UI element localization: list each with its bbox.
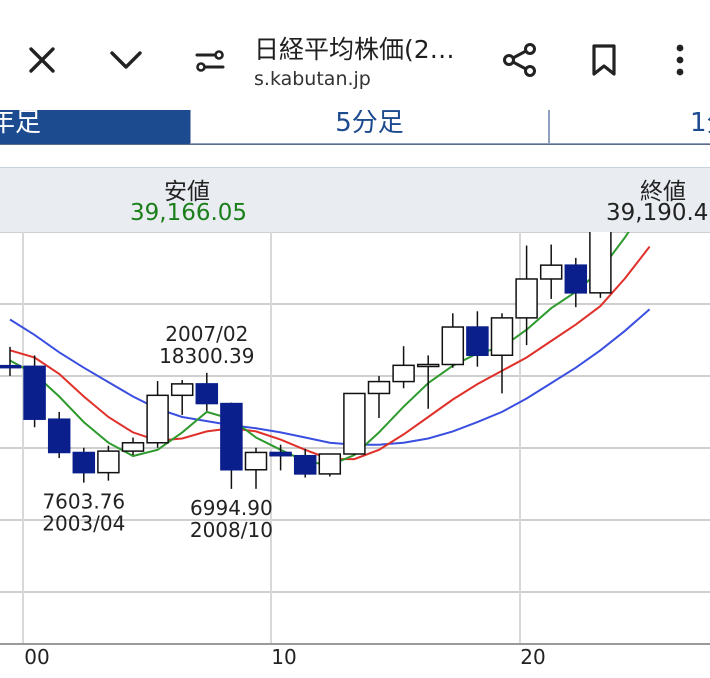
candle-body (589, 232, 612, 294)
candle-body (170, 383, 194, 397)
candle-body (23, 365, 46, 420)
candle-body (343, 392, 366, 455)
annotation-label: 6994.90 (190, 496, 273, 520)
candle-body (195, 383, 219, 405)
page-url[interactable]: s.kabutan.jp (254, 68, 371, 90)
candle-body (0, 364, 22, 369)
candle-body (121, 442, 145, 452)
tab-5min[interactable]: 5分足 (190, 110, 549, 144)
annotation-label: 2008/10 (190, 518, 273, 542)
x-tick-label: 20 (520, 645, 545, 669)
bookmark-icon[interactable] (584, 40, 624, 80)
annotation-label: 2007/02 (165, 322, 248, 346)
tab-1min[interactable]: 1分足 (549, 110, 710, 144)
candle-body (47, 418, 71, 454)
x-tick-label: 00 (24, 645, 49, 669)
close-value: 39,190.4 (606, 200, 709, 226)
candle-body (367, 380, 391, 395)
close-icon[interactable] (22, 40, 62, 80)
candle-body (318, 453, 342, 475)
candle-body (392, 364, 415, 383)
period-tabs: 年足 5分足 1分足 (0, 110, 710, 145)
candle-body (269, 451, 292, 457)
share-icon[interactable] (500, 40, 540, 80)
chart-canvas: 7603.762003/04 2007/0218300.39 6994.902008… (0, 232, 710, 669)
annotation-label: 7603.76 (42, 490, 125, 514)
chevron-down-icon[interactable] (106, 40, 146, 80)
more-menu-icon[interactable] (660, 40, 700, 80)
annotation-label: 18300.39 (159, 344, 254, 368)
candle-body (72, 451, 96, 474)
candle-body (97, 450, 120, 474)
page-title: 日経平均株価(2… (254, 35, 455, 64)
price-summary: 安値 39,166.05 終値 39,190.4 (0, 167, 710, 233)
candle-body (564, 264, 588, 294)
browser-toolbar: 日経平均株価(2… s.kabutan.jp (0, 0, 710, 111)
candle-body (293, 454, 317, 475)
candle-body (146, 394, 169, 444)
candle-body (466, 326, 489, 357)
candle-body (220, 402, 243, 471)
candle-body (244, 451, 268, 471)
page-settings-icon[interactable] (190, 40, 230, 80)
candle-body (490, 317, 514, 357)
low-value: 39,166.05 (130, 200, 248, 226)
annotation-label: 2003/04 (42, 512, 125, 536)
candle-body (515, 278, 538, 319)
candle-body (539, 264, 563, 280)
yearly-candlestick-chart: 7603.76 2003/04 2007/02 18300.39 6994.90 2008… (0, 232, 710, 678)
tab-yearly[interactable]: 年足 (0, 110, 190, 144)
x-tick-label: 10 (271, 645, 296, 669)
candle-body (416, 363, 440, 368)
candle-body (441, 326, 465, 366)
